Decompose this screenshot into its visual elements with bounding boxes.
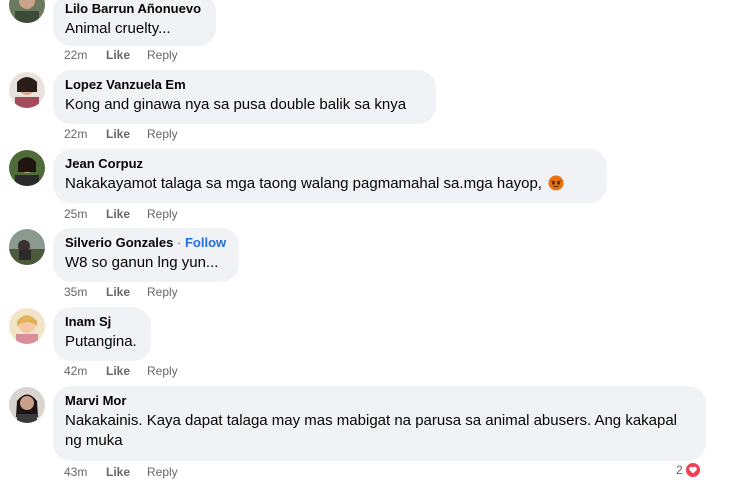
separator-dot: · (177, 235, 182, 250)
comment-bubble: Lopez Vanzuela Em Kong and ginawa nya sa… (53, 70, 436, 124)
timestamp[interactable]: 43m (64, 464, 106, 480)
comment-text: Putangina. (65, 333, 137, 350)
reply-button[interactable]: Reply (147, 47, 178, 63)
avatar[interactable] (9, 387, 45, 423)
reply-button[interactable]: Reply (147, 284, 178, 300)
comment-text: Kong and ginawa nya sa pusa double balik… (65, 96, 407, 113)
follow-button[interactable]: Follow (185, 235, 226, 250)
author-name[interactable]: Marvi Mor (65, 393, 694, 409)
like-button[interactable]: Like (106, 206, 147, 222)
comment-actions: 25m Like Reply (64, 206, 178, 222)
angry-face-icon (548, 175, 564, 191)
comment-text-body: Nakakayamot talaga sa mga taong walang p… (65, 175, 542, 192)
author-name[interactable]: Lilo Barrun Añonuevo (65, 1, 204, 17)
author-name-text[interactable]: Silverio Gonzales (65, 235, 173, 250)
timestamp[interactable]: 22m (64, 126, 106, 142)
author-name[interactable]: Lopez Vanzuela Em (65, 77, 424, 93)
reply-button[interactable]: Reply (147, 206, 178, 222)
comment-text: W8 so ganun lng yun... (65, 254, 219, 271)
avatar[interactable] (9, 72, 45, 108)
timestamp[interactable]: 35m (64, 284, 106, 300)
comment-bubble: Lilo Barrun Añonuevo Animal cruelty... (53, 0, 216, 46)
comment-actions: 22m Like Reply (64, 126, 178, 142)
author-name[interactable]: Inam Sj (65, 314, 139, 330)
reaction-summary[interactable]: 2 (676, 462, 706, 478)
comment-actions: 35m Like Reply (64, 284, 178, 300)
timestamp[interactable]: 42m (64, 363, 106, 379)
reply-button[interactable]: Reply (147, 126, 178, 142)
like-button[interactable]: Like (106, 284, 147, 300)
comment-bubble: Silverio Gonzales · Follow W8 so ganun l… (53, 228, 239, 282)
timestamp[interactable]: 25m (64, 206, 106, 222)
comment-bubble: Marvi Mor Nakakainis. Kaya dapat talaga … (53, 386, 706, 461)
like-button[interactable]: Like (106, 363, 147, 379)
avatar[interactable] (9, 308, 45, 344)
author-name[interactable]: Jean Corpuz (65, 156, 595, 172)
comment-text: Nakakayamot talaga sa mga taong walang p… (65, 174, 595, 194)
like-button[interactable]: Like (106, 47, 147, 63)
timestamp[interactable]: 22m (64, 47, 106, 63)
reply-button[interactable]: Reply (147, 464, 178, 480)
reaction-count: 2 (676, 463, 683, 477)
comment-text: Animal cruelty... (65, 20, 171, 37)
love-icon (685, 462, 701, 478)
like-button[interactable]: Like (106, 464, 147, 480)
avatar[interactable] (9, 150, 45, 186)
avatar[interactable] (9, 229, 45, 265)
comment-actions: 22m Like Reply (64, 47, 178, 63)
reply-button[interactable]: Reply (147, 363, 178, 379)
avatar[interactable] (9, 0, 45, 23)
author-name[interactable]: Silverio Gonzales · Follow (65, 235, 227, 251)
comment-text: Nakakainis. Kaya dapat talaga may mas ma… (65, 412, 678, 449)
comment-bubble: Inam Sj Putangina. (53, 307, 151, 361)
comment-bubble: Jean Corpuz Nakakayamot talaga sa mga ta… (53, 149, 607, 203)
like-button[interactable]: Like (106, 126, 147, 142)
comment-actions: 43m Like Reply (64, 464, 178, 480)
comment-actions: 42m Like Reply (64, 363, 178, 379)
